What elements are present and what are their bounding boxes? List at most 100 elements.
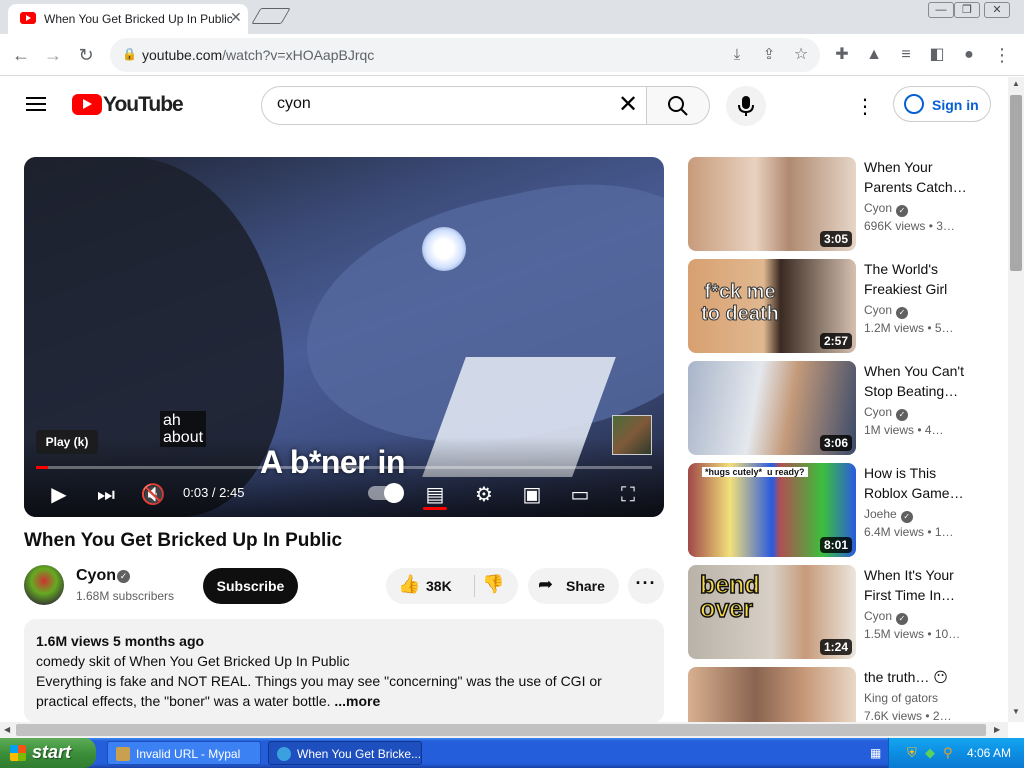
recommendation-meta: 1M views • 4…	[864, 423, 944, 437]
mute-icon[interactable]: 🔇	[139, 481, 167, 509]
like-divider	[474, 575, 475, 597]
security-shield-icon[interactable]: ⛨	[907, 745, 917, 761]
video-thumbnail[interactable]	[688, 667, 856, 722]
endscreen-channel-thumbnail[interactable]	[612, 415, 652, 455]
horizontal-scroll-thumb[interactable]	[16, 724, 986, 736]
address-bar[interactable]: 🔒 youtube.com/watch?v=xHOAapBJrqc ⤓ ⇪ ☆	[110, 38, 820, 72]
voice-search-button[interactable]	[726, 86, 766, 126]
youtube-wordmark[interactable]: YouTube	[103, 93, 184, 117]
video-title: When You Get Bricked Up In Public	[24, 530, 343, 551]
scroll-down-icon[interactable]: ▼	[1012, 707, 1020, 716]
search-input[interactable]	[277, 95, 597, 113]
youtube-logo-icon[interactable]	[72, 94, 102, 115]
media-queue-icon[interactable]: ≡	[895, 44, 917, 66]
video-player[interactable]: ah about Play (k) A b*ner in ▶ ⏭ 🔇 0:03 …	[24, 157, 664, 517]
share-page-icon[interactable]: ⇪	[758, 44, 780, 66]
keyboard-icon[interactable]: ▦	[870, 746, 881, 760]
labs-flask-icon[interactable]: ▲	[863, 44, 885, 66]
recommendation-channel[interactable]: Cyon ✓	[864, 609, 909, 625]
verified-check-icon: ✓	[900, 511, 913, 523]
tab-close-icon[interactable]: ✕	[230, 9, 242, 26]
video-thumbnail[interactable]: bend over 1:24	[688, 565, 856, 659]
channel-avatar[interactable]	[24, 565, 64, 605]
reload-icon[interactable]: ↻	[75, 44, 97, 66]
settings-more-icon[interactable]: ⋮	[855, 94, 875, 119]
profile-icon[interactable]: ●	[958, 44, 980, 66]
url-text[interactable]: youtube.com/watch?v=xHOAapBJrqc	[142, 47, 374, 63]
fullscreen-icon[interactable]: ⛶	[614, 481, 642, 509]
start-button[interactable]: start	[0, 738, 96, 768]
new-tab-button[interactable]	[251, 8, 291, 24]
like-count[interactable]: 38K	[426, 578, 452, 594]
play-icon[interactable]: ▶	[45, 481, 73, 509]
recommendation-title[interactable]: the truth… 😶	[864, 667, 974, 687]
recommendation-item[interactable]: 3:06 When You Can't Stop Beating… Cyon ✓ …	[688, 361, 988, 455]
install-app-icon[interactable]: ⤓	[726, 44, 748, 66]
browser-tab[interactable]: When You Get Bricked Up In Public ✕	[8, 4, 248, 34]
bookmark-star-icon[interactable]: ☆	[790, 44, 812, 66]
share-button[interactable]: ➦ Share	[528, 568, 619, 604]
autoplay-knob	[384, 483, 404, 503]
miniplayer-icon[interactable]: ▣	[518, 481, 546, 509]
minimize-button[interactable]: —	[928, 2, 954, 18]
recommendation-item[interactable]: bend over 1:24 When It's Your First Time…	[688, 565, 988, 659]
recommendation-title[interactable]: How is This Roblox Game…	[864, 463, 974, 503]
video-thumbnail[interactable]: 3:06	[688, 361, 856, 455]
channel-name[interactable]: Cyon	[76, 567, 116, 585]
play-tooltip: Play (k)	[36, 430, 98, 454]
recommendation-item[interactable]: *hugs cutely* u ready? 8:01 How is This …	[688, 463, 988, 557]
recommendation-item[interactable]: the truth… 😶 King of gators 7.6K views •…	[688, 667, 988, 722]
recommendation-channel[interactable]: Cyon ✓	[864, 201, 909, 217]
video-thumbnail[interactable]: f*ck me to death 2:57	[688, 259, 856, 353]
vertical-scroll-thumb[interactable]	[1010, 95, 1022, 271]
system-tray: ⛨ ◆ ⚲ 4:06 AM	[888, 738, 1024, 768]
forward-arrow-icon[interactable]: →	[42, 44, 64, 66]
recommendation-channel[interactable]: Cyon ✓	[864, 303, 909, 319]
search-tray-icon[interactable]: ⚲	[943, 745, 953, 761]
recommendation-title[interactable]: When It's Your First Time In…	[864, 565, 974, 605]
sign-in-button[interactable]: Sign in	[893, 86, 991, 122]
thumbs-down-icon[interactable]: 👎	[482, 574, 504, 595]
clear-search-icon[interactable]: ✕	[618, 92, 638, 118]
recommendation-item[interactable]: f*ck me to death 2:57 The World's Freaki…	[688, 259, 988, 353]
taskbar-item[interactable]: Invalid URL - Mypal	[107, 741, 261, 765]
vertical-scrollbar[interactable]: ▲ ▼	[1008, 77, 1024, 722]
recommendation-channel[interactable]: Joehe ✓	[864, 507, 913, 523]
recommendation-title[interactable]: The World's Freakiest Girl	[864, 259, 974, 299]
window-close-button[interactable]: ✕	[984, 2, 1010, 18]
search-box[interactable]: ✕	[261, 86, 647, 125]
description-box[interactable]: 1.6M views 5 months ago comedy skit of W…	[24, 619, 664, 723]
recommendation-title[interactable]: When You Can't Stop Beating…	[864, 361, 974, 401]
show-more-link[interactable]: ...more	[334, 693, 380, 709]
theater-mode-icon[interactable]: ▭	[566, 481, 594, 509]
back-arrow-icon[interactable]: ←	[10, 44, 32, 66]
description-line-1: comedy skit of When You Get Bricked Up I…	[36, 653, 350, 669]
network-icon[interactable]: ◆	[925, 745, 935, 761]
restore-button[interactable]: ❐	[954, 2, 980, 18]
subscribe-button[interactable]: Subscribe	[203, 568, 298, 604]
time-display: 0:03 / 2:45	[183, 485, 245, 500]
extensions-puzzle-icon[interactable]: ✚	[831, 44, 853, 66]
recommendation-channel[interactable]: King of gators	[864, 691, 938, 705]
more-actions-button[interactable]: ···	[628, 568, 664, 604]
recommendation-title[interactable]: When Your Parents Catch…	[864, 157, 974, 197]
video-thumbnail[interactable]: *hugs cutely* u ready? 8:01	[688, 463, 856, 557]
subtitles-icon[interactable]: ▤	[421, 481, 449, 509]
scroll-left-icon[interactable]: ◀	[4, 725, 10, 734]
next-icon[interactable]: ⏭	[92, 481, 120, 509]
side-panel-icon[interactable]: ◧	[926, 44, 948, 66]
browser-menu-icon[interactable]: ⋮	[991, 44, 1013, 66]
video-thumbnail[interactable]: 3:05	[688, 157, 856, 251]
scroll-up-icon[interactable]: ▲	[1012, 79, 1020, 88]
recommendation-channel[interactable]: Cyon ✓	[864, 405, 909, 421]
scroll-right-icon[interactable]: ▶	[994, 725, 1000, 734]
horizontal-scrollbar[interactable]: ◀ ▶	[0, 722, 1008, 738]
thumbs-up-icon[interactable]: 👍	[398, 574, 420, 595]
search-button[interactable]	[646, 86, 710, 125]
taskbar-item-active[interactable]: When You Get Bricke...	[268, 741, 422, 765]
hamburger-menu-icon[interactable]	[26, 97, 46, 111]
autoplay-toggle[interactable]	[368, 483, 404, 503]
progress-bar[interactable]	[36, 466, 652, 469]
settings-gear-icon[interactable]: ⚙	[470, 481, 498, 509]
recommendation-item[interactable]: 3:05 When Your Parents Catch… Cyon ✓ 696K…	[688, 157, 988, 251]
